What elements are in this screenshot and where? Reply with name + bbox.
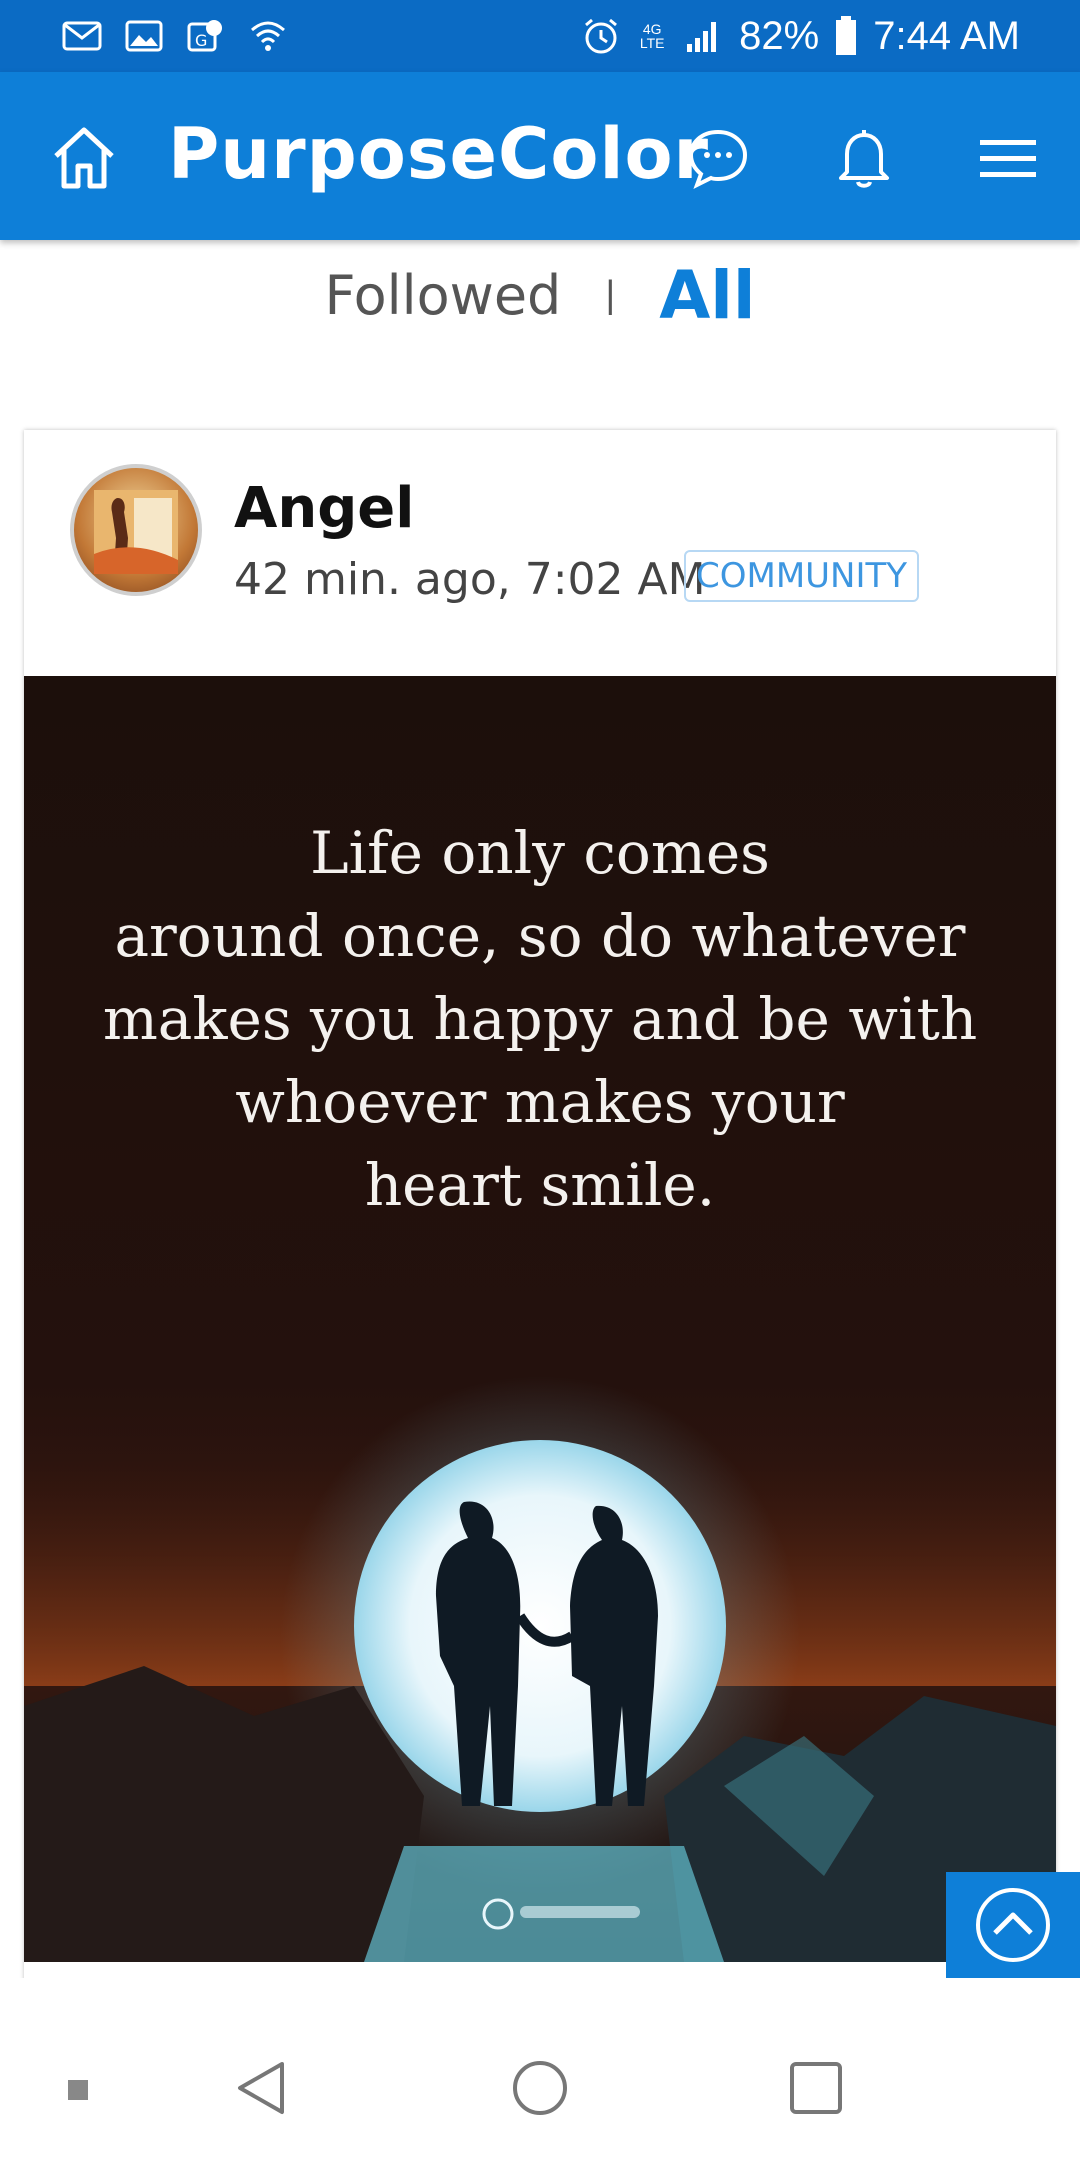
quote-line: heart smile. — [364, 1151, 716, 1219]
feed-tabs: Followed | All — [0, 240, 1080, 350]
status-time: 7:44 AM — [873, 13, 1020, 58]
status-bar: G 4G LTE 82% 7:44 AM — [0, 0, 1080, 72]
menu-button[interactable] — [974, 124, 1042, 192]
chat-button[interactable] — [684, 124, 752, 192]
community-badge: COMMUNITY — [684, 550, 920, 602]
home-button[interactable] — [48, 122, 120, 194]
svg-text:G: G — [195, 31, 207, 50]
scroll-to-top-button[interactable] — [946, 1872, 1080, 1978]
dot-icon — [68, 2080, 88, 2100]
network-indicator: 4G LTE — [639, 21, 665, 51]
system-nav-bar — [0, 1978, 1080, 2160]
signal-icon — [687, 22, 717, 52]
maps-icon: G — [187, 20, 222, 52]
status-right: 4G LTE 82% 7:44 AM — [581, 14, 1020, 59]
post-quote: Life only comes around once, so do whate… — [24, 812, 1056, 1227]
tab-all[interactable]: All — [659, 257, 755, 334]
recents-icon[interactable] — [786, 2058, 846, 2118]
notifications-button[interactable] — [830, 124, 898, 192]
app-bar: PurposeColor — [0, 72, 1080, 240]
post-timestamp: 42 min. ago, 7:02 AM — [234, 554, 706, 605]
menu-icon — [980, 140, 1036, 177]
gmail-icon — [62, 21, 102, 51]
tab-followed[interactable]: Followed — [324, 264, 561, 327]
battery-percent: 82% — [739, 13, 820, 58]
avatar[interactable] — [70, 464, 202, 596]
home-icon — [54, 127, 114, 189]
quote-line: Life only comes — [310, 819, 770, 887]
author-name[interactable]: Angel — [234, 476, 414, 541]
avatar-image — [94, 490, 178, 574]
alarm-icon — [585, 18, 618, 54]
battery-icon — [836, 16, 857, 55]
app-title: PurposeColor — [168, 113, 710, 195]
chat-icon — [688, 129, 748, 190]
back-icon[interactable] — [232, 2058, 292, 2118]
quote-line: whoever makes your — [235, 1068, 845, 1136]
post-card: Angel 42 min. ago, 7:02 AM COMMUNITY Lif… — [24, 430, 1056, 1990]
tab-separator: | — [605, 273, 616, 316]
wifi-icon — [251, 21, 285, 51]
bell-icon — [839, 130, 889, 188]
post-image[interactable]: Life only comes around once, so do whate… — [24, 676, 1056, 1962]
gallery-icon — [125, 20, 163, 52]
chevron-up-icon — [976, 1888, 1050, 1962]
quote-line: makes you happy and be with — [102, 985, 978, 1053]
quote-line: around once, so do whatever — [114, 902, 966, 970]
home-nav-icon[interactable] — [510, 2058, 570, 2118]
status-left: G — [62, 16, 288, 56]
